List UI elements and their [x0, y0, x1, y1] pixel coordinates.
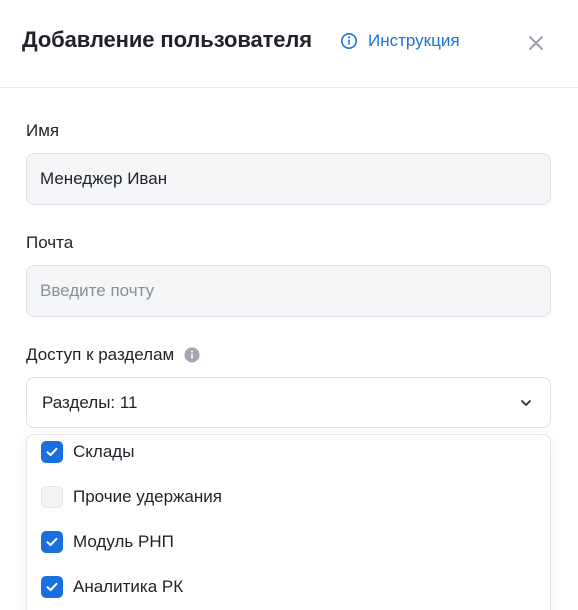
- name-input[interactable]: Менеджер Иван: [26, 153, 551, 205]
- info-hint-icon[interactable]: [184, 347, 200, 363]
- add-user-modal: Добавление пользователя Инструкция Имя М…: [0, 0, 578, 610]
- sections-select-value: Разделы: 11: [42, 392, 138, 412]
- option-modul-rnp[interactable]: Модуль РНП: [27, 522, 550, 562]
- checkbox-checked-icon[interactable]: [41, 576, 63, 598]
- name-input-value: Менеджер Иван: [40, 169, 168, 188]
- email-label: Почта: [26, 233, 74, 252]
- checkbox-unchecked-icon[interactable]: [41, 486, 63, 508]
- name-label: Имя: [26, 121, 60, 140]
- sections-select[interactable]: Разделы: 11: [26, 377, 551, 428]
- option-label: Аналитика РК: [73, 577, 184, 596]
- access-label: Доступ к разделам: [26, 345, 175, 364]
- instruction-link[interactable]: Инструкция: [340, 30, 460, 52]
- option-prochie-uderzhaniya[interactable]: Прочие удержания: [27, 477, 550, 517]
- instruction-link-label: Инструкция: [368, 31, 460, 50]
- access-label-row: Доступ к разделам: [26, 345, 200, 365]
- info-icon: [340, 32, 358, 50]
- modal-title: Добавление пользователя: [22, 27, 313, 52]
- option-analitika-rk[interactable]: Аналитика РК: [27, 567, 550, 607]
- sections-dropdown: Склады Прочие удержания Модуль РНП Анали…: [26, 434, 551, 610]
- checkbox-checked-icon[interactable]: [41, 441, 63, 463]
- option-label: Прочие удержания: [73, 487, 222, 506]
- checkbox-checked-icon[interactable]: [41, 531, 63, 553]
- modal-header: Добавление пользователя Инструкция: [0, 0, 578, 88]
- option-label: Склады: [73, 442, 135, 461]
- close-icon: [528, 35, 544, 51]
- close-button[interactable]: [524, 31, 548, 55]
- email-input-placeholder: Введите почту: [40, 281, 155, 300]
- option-label: Модуль РНП: [73, 532, 174, 551]
- email-input[interactable]: Введите почту: [26, 265, 551, 317]
- option-sklady[interactable]: Склады: [27, 435, 550, 472]
- chevron-down-icon: [519, 395, 533, 409]
